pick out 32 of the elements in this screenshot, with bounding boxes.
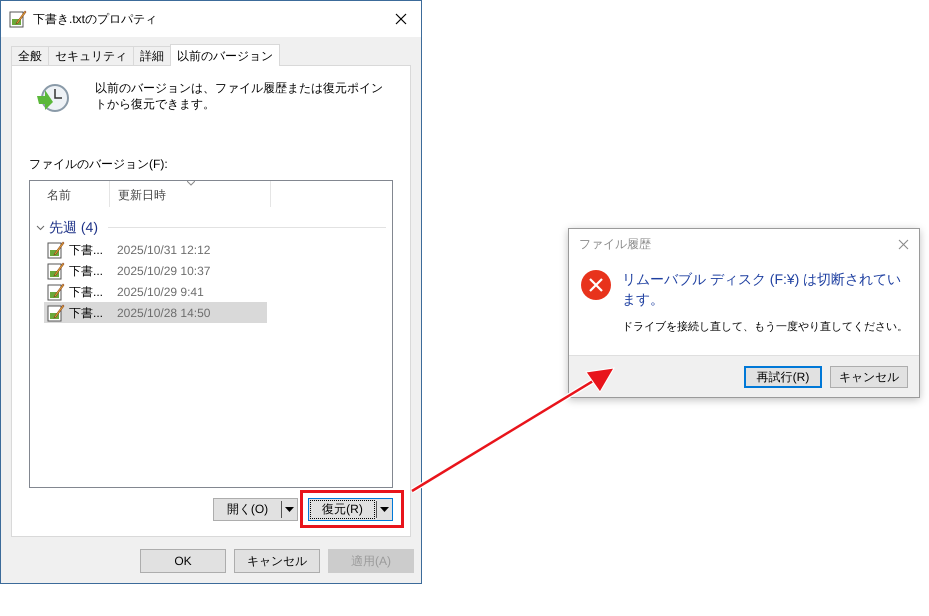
- group-header[interactable]: 先週 (4): [49, 216, 98, 238]
- file-name: 下書...: [69, 304, 104, 322]
- modified-date: 2025/10/29 9:41: [117, 284, 204, 300]
- version-row[interactable]: 下書... 2025/10/29 10:37: [44, 260, 267, 281]
- dialog-button[interactable]: OK: [140, 549, 226, 573]
- tab[interactable]: 詳細: [133, 46, 170, 65]
- error-message: ドライブを接続し直して、もう一度やり直してください。: [622, 320, 909, 335]
- dialog-button[interactable]: キャンセル: [830, 366, 908, 388]
- file-name: 下書...: [69, 284, 104, 300]
- column-header[interactable]: 名前: [30, 181, 110, 207]
- description-text: 以前のバージョンは、ファイル履歴または復元ポイントから復元できます。: [95, 80, 384, 113]
- version-row[interactable]: 下書... 2025/10/29 9:41: [44, 281, 267, 302]
- column-header[interactable]: 更新日時: [110, 181, 271, 207]
- dialog-button[interactable]: キャンセル: [234, 549, 320, 573]
- dialog-title: ファイル履歴: [579, 236, 651, 253]
- tab[interactable]: 以前のバージョン: [170, 44, 280, 66]
- split-button[interactable]: 開く(O): [213, 498, 298, 521]
- versions-label: ファイルのバージョン(F):: [29, 156, 168, 173]
- modified-date: 2025/10/31 12:12: [117, 242, 210, 258]
- tab[interactable]: セキュリティ: [48, 46, 133, 65]
- window-title: 下書き.txtのプロパティ: [33, 11, 158, 28]
- file-name: 下書...: [69, 242, 104, 258]
- error-heading: リムーバブル ディスク (F:¥) は切断されています。: [622, 270, 902, 309]
- versions-list[interactable]: 名前 更新日時 先週 (4) 下書... 2025/10/31 12:12 下書... 2025/10/29 10:37 下書... 2025/10/29 9:41 下書... 2025/10/28 14:50: [29, 180, 393, 488]
- tab[interactable]: 全般: [11, 46, 48, 65]
- file-name: 下書...: [69, 262, 104, 280]
- modified-date: 2025/10/29 10:37: [117, 262, 210, 280]
- dialog-button[interactable]: 再試行(R): [744, 366, 822, 388]
- modified-date: 2025/10/28 14:50: [117, 304, 210, 322]
- version-row[interactable]: 下書... 2025/10/31 12:12: [44, 239, 267, 260]
- split-button[interactable]: 復元(R): [308, 498, 393, 521]
- version-row[interactable]: 下書... 2025/10/28 14:50: [44, 302, 267, 323]
